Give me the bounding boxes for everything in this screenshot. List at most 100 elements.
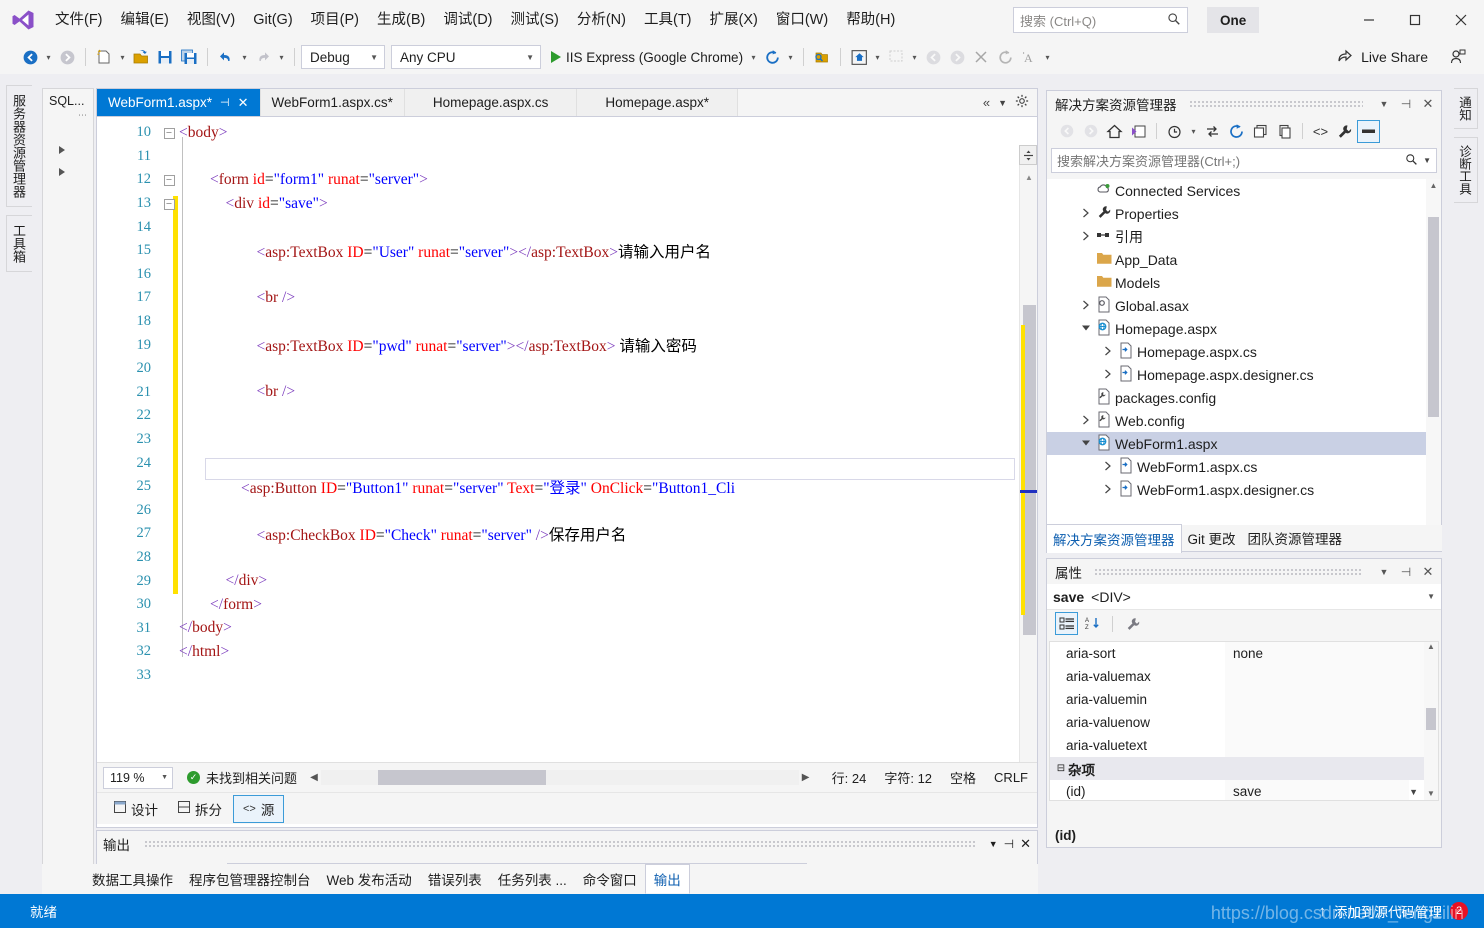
se-history-dropdown[interactable]: ▾: [1187, 119, 1200, 143]
properties-value[interactable]: save: [1225, 780, 1410, 800]
stop-close-icon[interactable]: [969, 45, 993, 69]
code-line[interactable]: 28: [97, 546, 1037, 570]
properties-drag-handle[interactable]: [1094, 567, 1363, 576]
code-line[interactable]: 24: [97, 451, 1037, 475]
menu-view[interactable]: 视图(V): [178, 6, 244, 34]
properties-pin-icon[interactable]: ⊣: [1397, 565, 1415, 579]
properties-alphabetical-icon[interactable]: AZ: [1081, 612, 1104, 635]
layout-toggle-icon[interactable]: [884, 45, 908, 69]
menu-extensions[interactable]: 扩展(X): [701, 6, 767, 34]
solution-explorer-close-icon[interactable]: ✕: [1419, 96, 1437, 112]
se-back-icon[interactable]: [1055, 120, 1078, 143]
save-all-icon[interactable]: [177, 45, 201, 69]
panel-tab-team-explorer[interactable]: 团队资源管理器: [1242, 524, 1349, 552]
se-sync-icon[interactable]: [1201, 120, 1224, 143]
start-debug-button[interactable]: IIS Express (Google Chrome): [547, 45, 747, 69]
se-preview-selected-icon[interactable]: [1357, 119, 1380, 143]
editor-zoom-combo[interactable]: 119 % ▼: [103, 766, 173, 789]
solution-tree-item[interactable]: Models: [1047, 271, 1441, 294]
menu-project[interactable]: 项目(P): [302, 6, 368, 34]
solution-tree-item[interactable]: Homepage.aspx: [1047, 317, 1441, 340]
properties-scroll-thumb[interactable]: [1426, 708, 1436, 730]
properties-object-selector[interactable]: save <DIV> ▼: [1047, 584, 1441, 610]
solution-configuration-combo[interactable]: Debug ▼: [301, 45, 385, 69]
chevron-right-icon[interactable]: [1079, 208, 1093, 220]
hot-reload-dropdown[interactable]: ▾: [784, 45, 797, 69]
close-button[interactable]: [1438, 0, 1484, 40]
tab-overflow-chevrons-icon[interactable]: «: [983, 95, 990, 110]
menu-edit[interactable]: 编辑(E): [112, 6, 178, 34]
output-panel-pin-icon[interactable]: ⊣: [1004, 837, 1014, 851]
menu-analyze[interactable]: 分析(N): [568, 6, 635, 34]
code-line[interactable]: 25 <asp:Button ID="Button1" runat="serve…: [97, 475, 1037, 499]
solution-explorer-tree[interactable]: Connected Services Properties 引用 App_Data Mo…: [1047, 179, 1441, 551]
solution-tree-item[interactable]: Properties: [1047, 202, 1441, 225]
output-tab-package-manager[interactable]: 程序包管理器控制台: [181, 865, 319, 893]
code-line[interactable]: 22: [97, 404, 1037, 428]
chevron-right-icon[interactable]: [1079, 300, 1093, 312]
properties-categorized-icon[interactable]: [1055, 612, 1078, 635]
properties-row[interactable]: aria-valuemax: [1050, 665, 1438, 688]
status-badge[interactable]: 2: [1450, 902, 1468, 920]
solution-platform-combo[interactable]: Any CPU ▼: [391, 45, 541, 69]
solution-explorer-dropdown-icon[interactable]: ▼: [1375, 99, 1393, 109]
sql-tree-row-2[interactable]: [43, 161, 93, 183]
solution-home-icon[interactable]: [847, 45, 871, 69]
se-properties-icon[interactable]: [1333, 120, 1356, 143]
panel-tab-git-changes[interactable]: Git 更改: [1182, 524, 1242, 552]
hscroll-left-arrow[interactable]: ◀: [307, 772, 321, 783]
maximize-button[interactable]: [1392, 0, 1438, 40]
gear-icon[interactable]: [1015, 94, 1029, 111]
fold-toggle-icon[interactable]: −: [159, 127, 179, 139]
code-line[interactable]: 18: [97, 310, 1037, 334]
chevron-right-icon[interactable]: [1101, 461, 1115, 473]
tab-server-explorer[interactable]: 服务器资源管理器: [6, 85, 32, 207]
output-panel-drag-handle[interactable]: [144, 840, 975, 848]
solution-tree-item[interactable]: 引用: [1047, 225, 1441, 248]
nav-back-secondary-icon[interactable]: [921, 45, 945, 69]
tab-list-dropdown-icon[interactable]: ▼: [998, 98, 1007, 108]
chevron-right-icon[interactable]: [1101, 346, 1115, 358]
feedback-icon[interactable]: [1446, 45, 1470, 69]
solution-tree-item[interactable]: App_Data: [1047, 248, 1441, 271]
editor-vertical-scrollbar[interactable]: ▲ ▼: [1019, 145, 1037, 762]
chevron-right-icon[interactable]: [1101, 484, 1115, 496]
font-size-icon[interactable]: A: [1017, 45, 1041, 69]
sql-panel-overflow-icon[interactable]: ⋯: [43, 110, 93, 121]
se-show-all-files-icon[interactable]: [1273, 120, 1296, 143]
redo-dropdown[interactable]: ▾: [275, 45, 288, 69]
output-panel-dropdown-icon[interactable]: ▼: [989, 839, 998, 849]
refresh-icon[interactable]: [993, 45, 1017, 69]
output-panel-close-icon[interactable]: ✕: [1020, 836, 1031, 852]
code-line[interactable]: 11: [97, 145, 1037, 169]
add-to-source-control-label[interactable]: 添加到源代码管理: [1334, 901, 1442, 921]
solution-tree-item[interactable]: Homepage.aspx.cs: [1047, 340, 1441, 363]
properties-scroll-up[interactable]: ▲: [1424, 642, 1438, 651]
navigate-forward-icon[interactable]: [55, 45, 79, 69]
tab-homepage-aspx[interactable]: Homepage.aspx*: [577, 89, 738, 116]
properties-row[interactable]: (id) save ▼: [1050, 780, 1438, 800]
tab-homepage-aspx-cs[interactable]: Homepage.aspx.cs: [404, 89, 578, 116]
tab-close-icon[interactable]: ✕: [238, 95, 249, 111]
design-view-button[interactable]: 设计: [105, 796, 167, 822]
code-line[interactable]: 29 </div>: [97, 569, 1037, 593]
properties-scroll-down[interactable]: ▼: [1424, 789, 1438, 798]
code-line[interactable]: 32 </html>: [97, 640, 1037, 664]
se-forward-icon[interactable]: [1079, 120, 1102, 143]
properties-value[interactable]: [1225, 711, 1438, 734]
font-size-dropdown[interactable]: ▾: [1041, 45, 1054, 69]
hscroll-right-arrow[interactable]: ▶: [799, 772, 813, 783]
properties-row[interactable]: aria-valuetext: [1050, 734, 1438, 757]
properties-row[interactable]: aria-valuenow: [1050, 711, 1438, 734]
minimize-button[interactable]: [1346, 0, 1392, 40]
menu-help[interactable]: 帮助(H): [837, 6, 904, 34]
menu-file[interactable]: 文件(F): [46, 6, 112, 34]
new-project-dropdown[interactable]: ▾: [116, 45, 129, 69]
properties-grid[interactable]: aria-sort none aria-valuemax aria-valuemin a…: [1049, 641, 1439, 801]
properties-category-row[interactable]: ⊟ 杂项: [1050, 757, 1438, 780]
output-tab-output[interactable]: 输出: [644, 864, 690, 894]
properties-value[interactable]: [1225, 688, 1438, 711]
fold-toggle-icon[interactable]: −: [159, 174, 179, 186]
tab-diagnostic-tools[interactable]: 诊断工具: [1454, 137, 1478, 203]
solution-tree-item[interactable]: WebForm1.aspx.cs: [1047, 455, 1441, 478]
